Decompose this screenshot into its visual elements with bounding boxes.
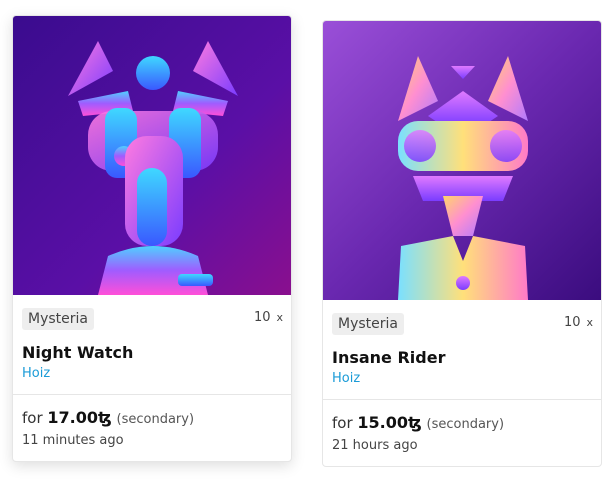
artwork-insane-rider[interactable] <box>323 21 602 300</box>
card-info: Mysteria 10 x Insane Rider Hoiz <box>323 300 601 400</box>
price-line: for 15.00ꜩ (secondary) <box>332 413 504 432</box>
edition-number: 10 <box>563 315 581 330</box>
token-name[interactable]: Insane Rider <box>332 348 445 367</box>
artwork-night-watch[interactable] <box>13 16 292 295</box>
collection-tag[interactable]: Mysteria <box>22 308 94 330</box>
nft-card[interactable]: Mysteria 10 x Insane Rider Hoiz for 15.00… <box>322 20 602 467</box>
creator-link[interactable]: Hoiz <box>22 366 50 381</box>
collection-tag[interactable]: Mysteria <box>332 313 404 335</box>
edition-count: 10 x <box>254 310 283 325</box>
price-value: 17.00 <box>47 408 99 427</box>
timestamp: 21 hours ago <box>332 438 418 453</box>
creator-link[interactable]: Hoiz <box>332 371 360 386</box>
price-prefix: for <box>22 409 43 427</box>
nft-card[interactable]: Mysteria 10 x Night Watch Hoiz for 17.00ꜩ… <box>12 15 292 462</box>
price-prefix: for <box>332 414 353 432</box>
timestamp: 11 minutes ago <box>22 433 124 448</box>
price-value: 15.00 <box>357 413 409 432</box>
sale-type: (secondary) <box>426 417 505 432</box>
edition-suffix: x <box>276 311 283 324</box>
edition-suffix: x <box>586 316 593 329</box>
currency-symbol: ꜩ <box>408 413 422 432</box>
sale-type: (secondary) <box>116 412 195 427</box>
card-info: Mysteria 10 x Night Watch Hoiz <box>13 295 291 395</box>
price-line: for 17.00ꜩ (secondary) <box>22 408 194 427</box>
edition-count: 10 x <box>564 315 593 330</box>
currency-symbol: ꜩ <box>98 408 112 427</box>
token-name[interactable]: Night Watch <box>22 343 133 362</box>
edition-number: 10 <box>253 310 271 325</box>
